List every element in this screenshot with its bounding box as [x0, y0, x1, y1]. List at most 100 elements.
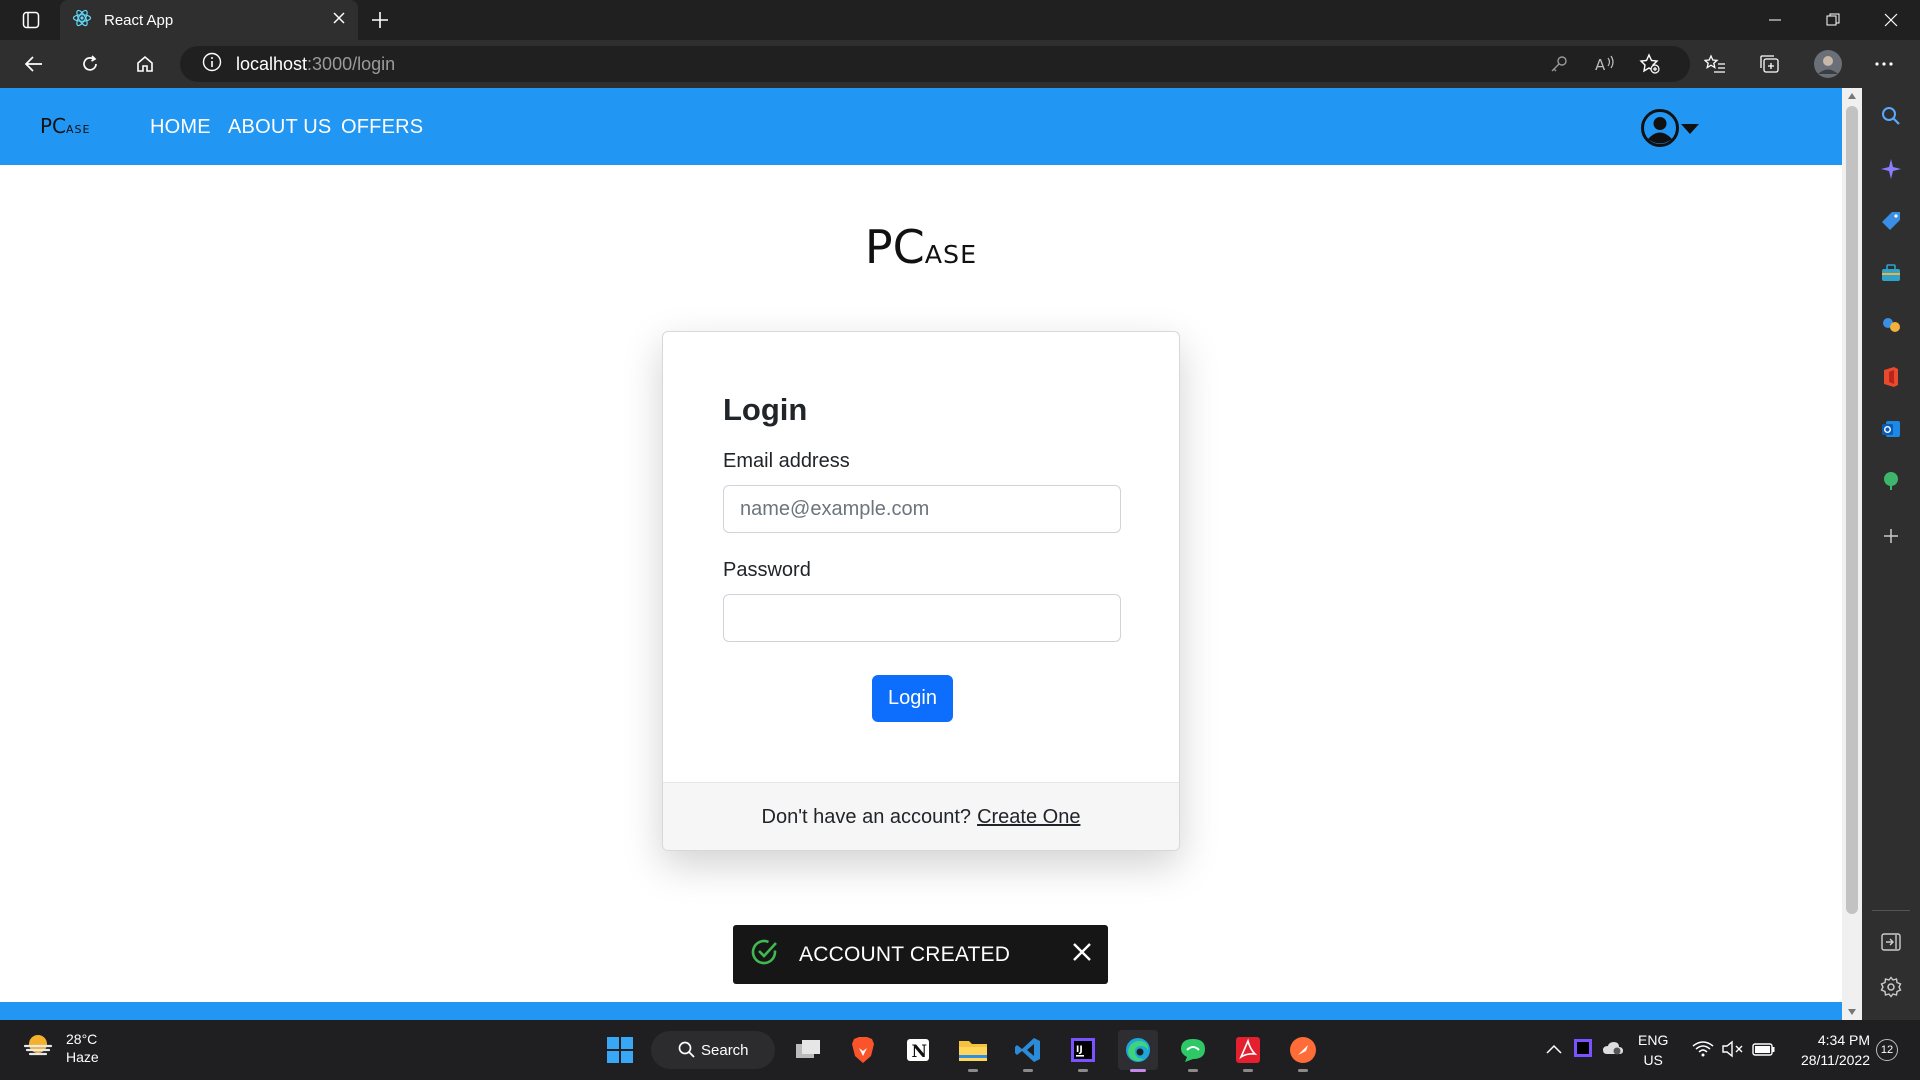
address-bar[interactable]: localhost:3000/login [180, 46, 1690, 82]
site-info-icon[interactable] [202, 52, 222, 77]
taskbar-search-button[interactable]: Search [651, 1031, 775, 1069]
weather-widget[interactable]: 28°C Haze [22, 1030, 99, 1066]
close-toast-icon[interactable] [1072, 942, 1092, 967]
postman-icon[interactable] [1283, 1030, 1323, 1072]
chevron-down-icon [1680, 122, 1700, 140]
tools-briefcase-icon[interactable] [1875, 257, 1907, 289]
brave-browser-icon[interactable] [843, 1030, 883, 1070]
games-icon[interactable] [1875, 309, 1907, 341]
restore-button[interactable] [1804, 0, 1862, 40]
svg-text:A: A [1595, 56, 1606, 74]
login-button[interactable]: Login [872, 675, 953, 722]
profile-avatar[interactable] [1810, 48, 1846, 80]
page-viewport: PCASE HOME ABOUT US OFFERS PCASE Login E… [0, 88, 1842, 1020]
running-indicator [1298, 1069, 1308, 1072]
chat-app-icon[interactable] [1173, 1030, 1213, 1072]
card-footer: Don't have an account? Create One [663, 782, 1179, 850]
file-explorer-icon[interactable] [953, 1030, 993, 1072]
read-aloud-icon[interactable]: A [1587, 48, 1623, 80]
clock-time: 4:34 PM [1817, 1032, 1870, 1048]
running-indicator [1023, 1069, 1033, 1072]
favorites-icon[interactable] [1697, 48, 1733, 80]
input-language[interactable]: ENG US [1638, 1030, 1668, 1070]
language-code: ENG [1638, 1032, 1669, 1048]
login-title: Login [723, 392, 808, 427]
collections-icon[interactable] [1752, 48, 1788, 80]
task-view-icon[interactable] [788, 1030, 828, 1070]
user-menu-toggle[interactable] [1640, 108, 1700, 153]
nav-link-home[interactable]: HOME [150, 116, 211, 139]
navbar-brand-logo[interactable]: PCASE [40, 114, 91, 138]
login-form: Login Email address Password Login [663, 332, 1179, 782]
shopping-tag-icon[interactable] [1875, 205, 1907, 237]
copilot-sparkle-icon[interactable] [1875, 153, 1907, 185]
tree-icon[interactable] [1875, 465, 1907, 497]
password-key-icon[interactable] [1541, 48, 1577, 80]
hero-brand-logo: PCASE [864, 220, 978, 274]
minimize-button[interactable] [1746, 0, 1804, 40]
success-toast: ACCOUNT CREATED [733, 925, 1108, 984]
settings-gear-icon[interactable] [1875, 971, 1907, 1003]
new-tab-button[interactable] [364, 6, 396, 34]
tab-actions-icon[interactable] [8, 8, 54, 32]
add-sidebar-app-icon[interactable] [1875, 520, 1907, 552]
svg-text:N: N [912, 1042, 928, 1062]
active-indicator [1130, 1069, 1146, 1072]
nav-link-offers[interactable]: OFFERS [341, 116, 423, 139]
running-indicator [1243, 1069, 1253, 1072]
search-icon[interactable] [1875, 100, 1907, 132]
password-label: Password [723, 559, 811, 581]
nav-link-about-us[interactable]: ABOUT US [228, 116, 331, 139]
edge-browser-icon[interactable] [1118, 1030, 1158, 1072]
scroll-down-icon[interactable] [1842, 1004, 1862, 1020]
quick-settings[interactable] [1692, 1040, 1776, 1063]
weather-temperature: 28°C [66, 1031, 98, 1047]
office-icon[interactable] [1875, 361, 1907, 393]
hide-sidebar-icon[interactable] [1875, 926, 1907, 958]
intellij-tray-icon[interactable] [1574, 1038, 1592, 1062]
start-button[interactable] [600, 1030, 640, 1070]
more-menu-icon[interactable] [1866, 48, 1902, 80]
sidebar-divider [1872, 910, 1910, 911]
email-field[interactable] [723, 485, 1121, 533]
notion-icon[interactable]: N [898, 1030, 938, 1070]
tab-react-app[interactable]: React App [60, 0, 358, 40]
scroll-thumb[interactable] [1846, 106, 1858, 914]
signup-prompt: Don't have an account? [761, 806, 972, 828]
browser-tab-strip: React App [0, 0, 1920, 40]
close-window-button[interactable] [1862, 0, 1920, 40]
acrobat-icon[interactable] [1228, 1030, 1268, 1072]
page-scrollbar[interactable] [1842, 88, 1862, 1020]
system-tray [1540, 1020, 1624, 1080]
add-favorite-icon[interactable] [1632, 48, 1668, 80]
taskbar-clock[interactable]: 4:34 PM 28/11/2022 [1790, 1030, 1870, 1070]
toast-message: ACCOUNT CREATED [799, 942, 1011, 966]
react-logo-icon [72, 8, 92, 33]
wifi-icon [1692, 1040, 1714, 1063]
region-code: US [1643, 1052, 1663, 1068]
user-account-icon [1640, 108, 1680, 153]
create-account-link[interactable]: Create One [977, 806, 1080, 829]
notification-badge[interactable]: 12 [1876, 1039, 1898, 1061]
check-circle-icon [749, 937, 779, 972]
home-button[interactable] [127, 48, 163, 80]
cloud-sync-icon[interactable] [1602, 1040, 1624, 1061]
footer-strip [0, 1002, 1842, 1020]
running-indicator [1188, 1069, 1198, 1072]
intellij-icon[interactable]: IJ [1063, 1030, 1103, 1072]
vscode-icon[interactable] [1008, 1030, 1048, 1072]
running-indicator [968, 1069, 978, 1072]
password-field[interactable] [723, 594, 1121, 642]
email-label: Email address [723, 450, 850, 472]
outlook-icon[interactable] [1875, 413, 1907, 445]
close-tab-icon[interactable] [332, 11, 346, 30]
browser-toolbar: localhost:3000/login A [0, 40, 1920, 88]
url-path: :3000/login [307, 53, 396, 74]
running-indicator [1078, 1069, 1088, 1072]
chevron-up-icon[interactable] [1546, 1041, 1562, 1059]
taskbar-search-label: Search [701, 1041, 749, 1059]
scroll-up-icon[interactable] [1842, 88, 1862, 104]
url-host: localhost [236, 53, 308, 74]
back-button[interactable] [16, 48, 52, 80]
refresh-button[interactable] [72, 48, 108, 80]
